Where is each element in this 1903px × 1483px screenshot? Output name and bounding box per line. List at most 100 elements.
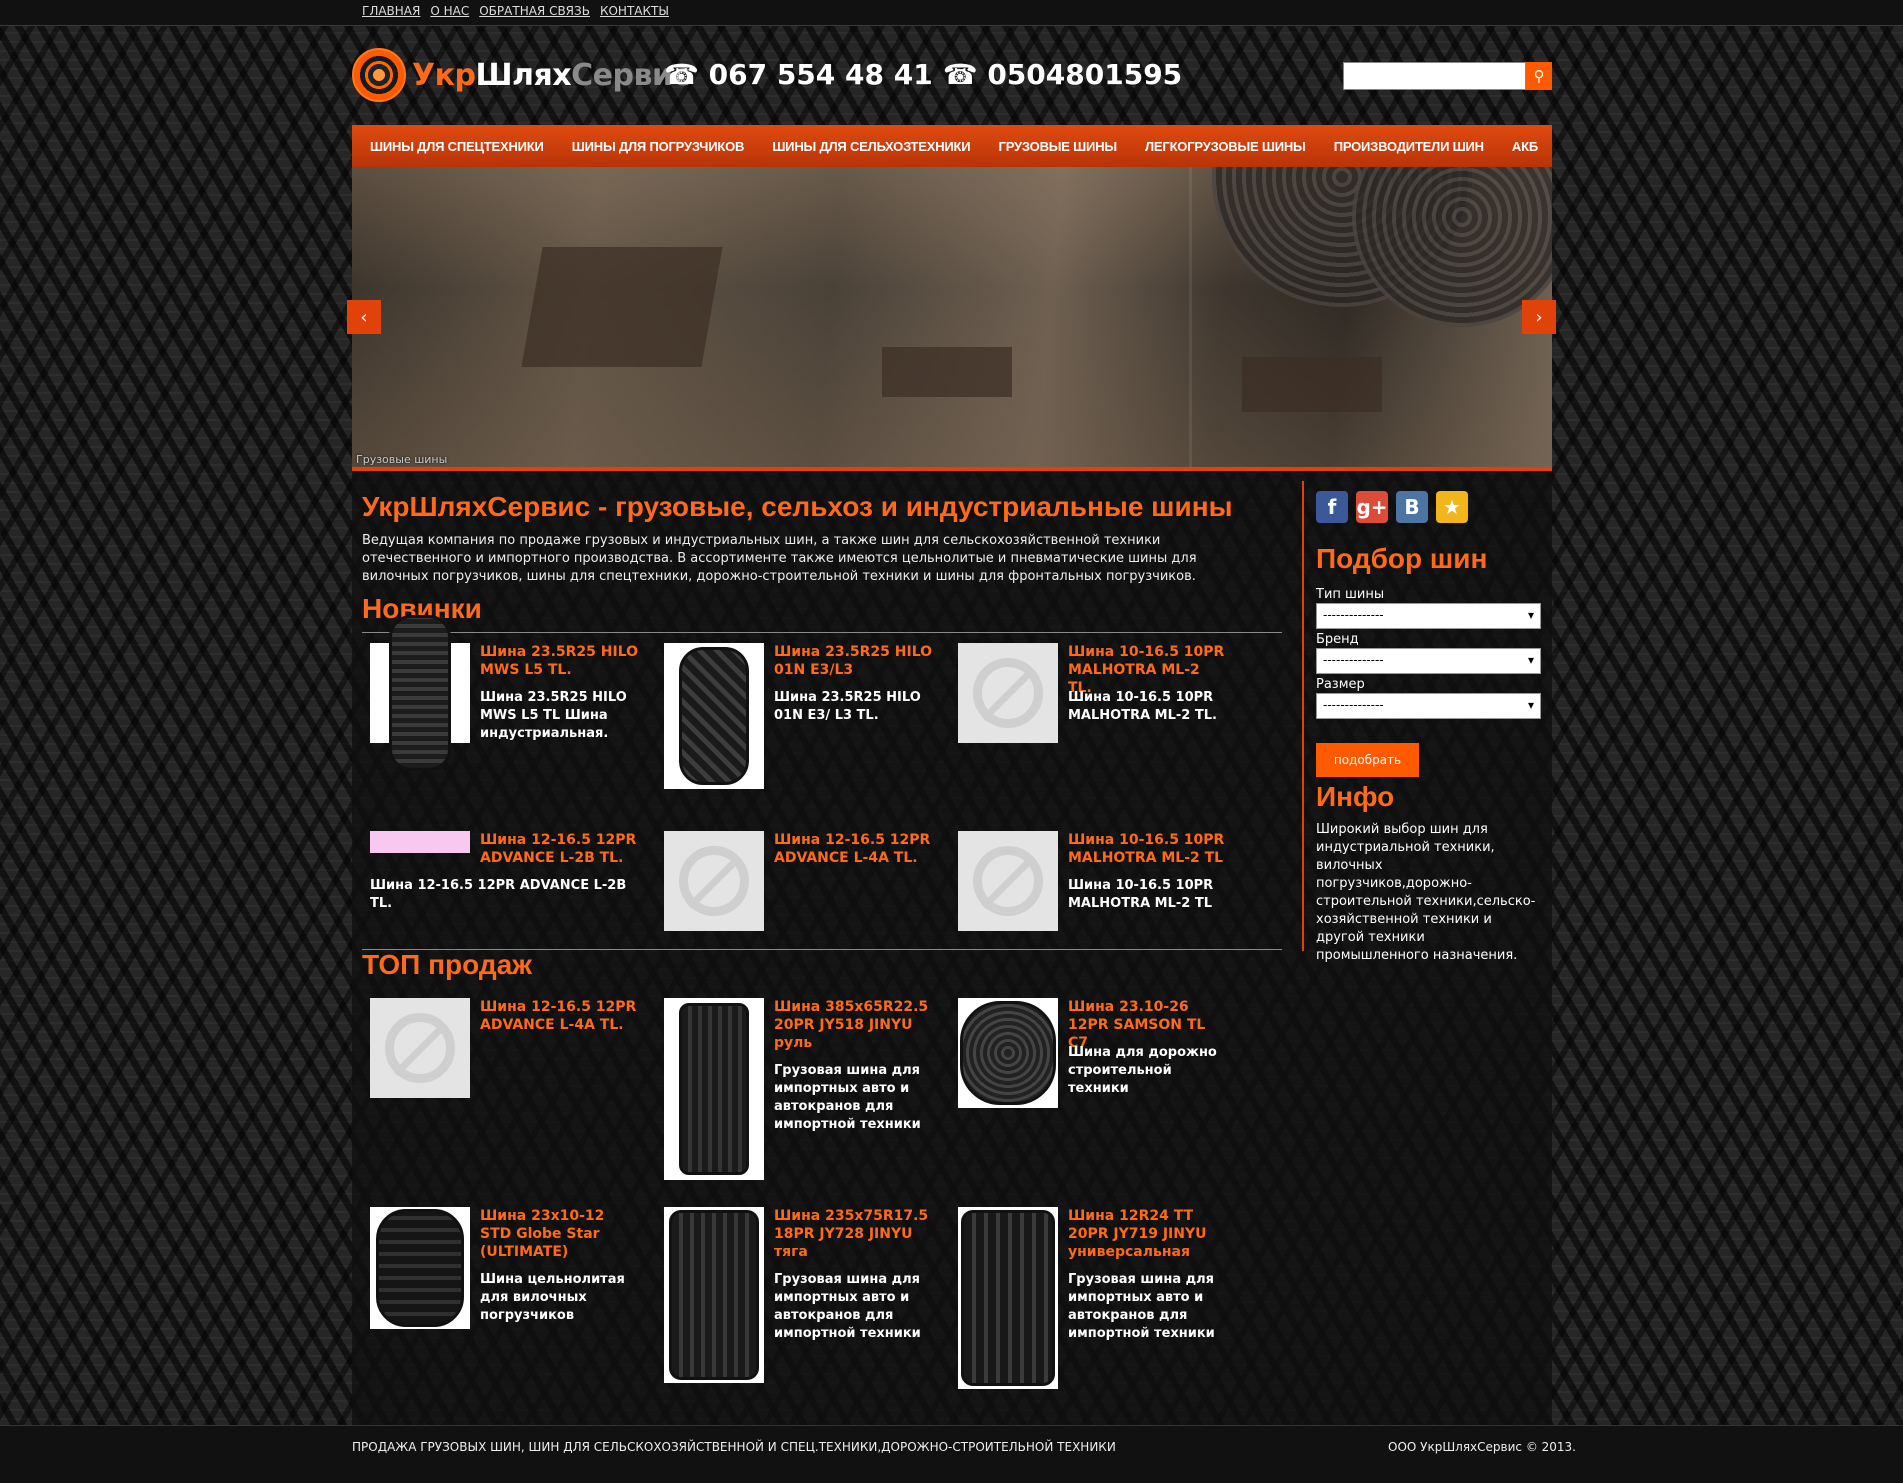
phone-numbers: ☎ 067 554 48 41 ☎ 0504801595 [664, 58, 1182, 91]
slide-dumptruck-graphic [882, 347, 1012, 397]
product-desc: Шина 10-16.5 10PR MALHOTRA ML-2 TL [1068, 878, 1214, 911]
divider [362, 632, 1282, 633]
slide-truck-graphic [521, 247, 723, 367]
product-card[interactable]: Шина 235x75R17.5 18PR JY728 JINYU тяга Г… [656, 1207, 941, 1397]
product-card[interactable]: Шина 23x10-12 STD Globe Star (ULTIMATE) … [362, 1207, 647, 1397]
no-image-icon[interactable] [664, 831, 764, 931]
tire-type-value: -------------- [1323, 608, 1384, 622]
product-desc: Грузовая шина для импортных авто и авток… [774, 1063, 921, 1132]
product-card[interactable]: Шина 12R24 TT 20PR JY719 JINYU универсал… [950, 1207, 1235, 1397]
product-card[interactable]: Шина 23.10-26 12PR SAMSON TL C7 Шина для… [950, 998, 1235, 1188]
product-desc: Грузовая шина для импортных авто и авток… [1068, 1272, 1215, 1341]
solid-tire-icon[interactable] [370, 1207, 470, 1329]
search-input[interactable] [1343, 62, 1526, 90]
product-title[interactable]: Шина 23.5R25 HILO 01N E3/L3 [774, 643, 934, 679]
top-nav-feedback[interactable]: ОБРАТНАЯ СВЯЗЬ [479, 4, 590, 18]
nav-light-truck-tires[interactable]: ЛЕГКОГРУЗОВЫЕ ШИНЫ [1145, 139, 1306, 154]
wheel-logo-icon [352, 48, 406, 102]
slide-dumptruck-graphic [1242, 357, 1382, 412]
phone-1: ☎ 067 554 48 41 [664, 58, 933, 91]
no-image-icon[interactable] [958, 643, 1058, 743]
product-title[interactable]: Шина 23.5R25 HILO MWS L5 TL. [480, 643, 640, 679]
tire-type-label: Тип шины [1316, 587, 1385, 602]
product-desc: Шина для дорожно строительной техники [1068, 1045, 1217, 1096]
footer-copyright: ООО УкрШляхСервис © 2013. [1388, 1440, 1576, 1454]
truck-tire-icon[interactable] [664, 1207, 764, 1383]
top-nav-about[interactable]: О НАС [430, 4, 469, 18]
footer-tagline: ПРОДАЖА ГРУЗОВЫХ ШИН, ШИН ДЛЯ СЕЛЬСКОХОЗ… [352, 1440, 1116, 1454]
main-nav: ШИНЫ ДЛЯ СПЕЦТЕХНИКИ ШИНЫ ДЛЯ ПОГРУЗЧИКО… [352, 125, 1552, 167]
top-nav-contacts[interactable]: КОНТАКТЫ [600, 4, 669, 18]
product-card[interactable]: Шина 10-16.5 10PR MALHOTRA ML-2 TL. Шина… [950, 643, 1235, 833]
top-nav-home[interactable]: ГЛАВНАЯ [362, 4, 420, 18]
slide-caption: Грузовые шины [356, 453, 448, 466]
chevron-right-icon: › [1535, 306, 1543, 328]
product-title[interactable]: Шина 23x10-12 STD Globe Star (ULTIMATE) [480, 1207, 640, 1261]
brand-label: Бренд [1316, 632, 1359, 647]
pick-tires-button[interactable]: подобрать [1316, 743, 1419, 777]
google-plus-icon[interactable]: g+ [1356, 491, 1388, 523]
footer: ПРОДАЖА ГРУЗОВЫХ ШИН, ШИН ДЛЯ СЕЛЬСКОХОЗ… [0, 1425, 1903, 1483]
tire-tread-icon[interactable] [958, 998, 1058, 1108]
product-card[interactable]: Шина 23.5R25 HILO 01N E3/L3 Шина 23.5R25… [656, 643, 941, 833]
broken-image-icon[interactable] [370, 831, 470, 853]
hero-slider[interactable]: Грузовые шины [352, 167, 1552, 470]
site-logo[interactable]: УкрШляхСервис [352, 48, 690, 102]
nav-batteries[interactable]: АКБ [1512, 139, 1538, 154]
top-sales-heading: ТОП продаж [362, 949, 533, 980]
truck-tire-icon[interactable] [958, 1207, 1058, 1389]
slider-next-button[interactable]: › [1522, 300, 1556, 334]
dropdown-arrow-icon: ▾ [1527, 653, 1534, 667]
nav-agri-tires[interactable]: ШИНЫ ДЛЯ СЕЛЬХОЗТЕХНИКИ [772, 139, 970, 154]
product-title[interactable]: Шина 235x75R17.5 18PR JY728 JINYU тяга [774, 1207, 934, 1261]
product-card[interactable]: Шина 12-16.5 12PR ADVANCE L-4A TL. [656, 831, 941, 1021]
tire-picker-heading: Подбор шин [1316, 543, 1488, 574]
slider-prev-button[interactable]: ‹ [347, 300, 381, 334]
search-button[interactable]: ⚲ [1526, 62, 1552, 90]
vk-icon[interactable]: B [1396, 491, 1428, 523]
tire-tread-icon[interactable] [664, 643, 764, 789]
product-title[interactable]: Шина 12-16.5 12PR ADVANCE L-2B TL. [480, 831, 640, 867]
product-card[interactable]: Шина 23.5R25 HILO MWS L5 TL. Шина 23.5R2… [362, 615, 647, 833]
bookmark-star-icon[interactable]: ★ [1436, 491, 1468, 523]
product-title[interactable]: Шина 12-16.5 12PR ADVANCE L-4A TL. [774, 831, 934, 867]
nav-manufacturers[interactable]: ПРОИЗВОДИТЕЛИ ШИН [1334, 139, 1484, 154]
tire-type-select[interactable]: -------------- ▾ [1316, 603, 1541, 629]
dropdown-arrow-icon: ▾ [1527, 698, 1534, 712]
size-select[interactable]: -------------- ▾ [1316, 693, 1541, 719]
top-bar: ГЛАВНАЯ О НАС ОБРАТНАЯ СВЯЗЬ КОНТАКТЫ [0, 0, 1903, 26]
info-text: Широкий выбор шин для индустриальной тех… [1316, 822, 1536, 963]
brand-select[interactable]: -------------- ▾ [1316, 648, 1541, 674]
brand-value: -------------- [1323, 653, 1384, 667]
nav-special-tires[interactable]: ШИНЫ ДЛЯ СПЕЦТЕХНИКИ [370, 139, 544, 154]
nav-loader-tires[interactable]: ШИНЫ ДЛЯ ПОГРУЗЧИКОВ [572, 139, 745, 154]
phone-2: ☎ 0504801595 [942, 58, 1183, 91]
product-card[interactable]: Шина 12-16.5 12PR ADVANCE L-4A TL. [362, 998, 647, 1188]
logo-part-1: Укр [412, 57, 476, 93]
product-title[interactable]: Шина 12-16.5 12PR ADVANCE L-4A TL. [480, 998, 640, 1034]
product-desc: Грузовая шина для импортных авто и авток… [774, 1272, 921, 1341]
sidebar-divider [1302, 481, 1304, 951]
product-card[interactable]: Шина 385x65R22.5 20PR JY518 JINYU руль Г… [656, 998, 941, 1188]
facebook-icon[interactable]: f [1316, 491, 1348, 523]
page-title: УкрШляхСервис - грузовые, сельхоз и инду… [362, 491, 1233, 522]
no-image-icon[interactable] [958, 831, 1058, 931]
product-title[interactable]: Шина 12R24 TT 20PR JY719 JINYU универсал… [1068, 1207, 1228, 1261]
logo-text: УкрШляхСервис [412, 58, 690, 93]
product-desc: Шина 23.5R25 HILO MWS L5 TL Шина индустр… [480, 690, 627, 741]
product-desc: Шина 23.5R25 HILO 01N E3/ L3 TL. [774, 690, 921, 723]
product-desc: Шина 12-16.5 12PR ADVANCE L-2B TL. [370, 878, 627, 911]
dropdown-arrow-icon: ▾ [1527, 608, 1534, 622]
intro-text: Ведущая компания по продаже грузовых и и… [362, 533, 1197, 584]
truck-tire-icon[interactable] [664, 998, 764, 1180]
product-title[interactable]: Шина 10-16.5 10PR MALHOTRA ML-2 TL [1068, 831, 1228, 867]
no-image-icon[interactable] [370, 998, 470, 1098]
nav-truck-tires[interactable]: ГРУЗОВЫЕ ШИНЫ [999, 139, 1118, 154]
product-title[interactable]: Шина 385x65R22.5 20PR JY518 JINYU руль [774, 998, 934, 1052]
product-card[interactable]: Шина 10-16.5 10PR MALHOTRA ML-2 TL Шина … [950, 831, 1235, 1021]
slide-divider [1189, 167, 1192, 470]
tire-tread-icon[interactable] [370, 615, 470, 771]
info-heading: Инфо [1316, 781, 1395, 812]
search-box: ⚲ [1343, 62, 1552, 90]
product-card[interactable]: Шина 12-16.5 12PR ADVANCE L-2B TL. Шина … [362, 831, 647, 1021]
